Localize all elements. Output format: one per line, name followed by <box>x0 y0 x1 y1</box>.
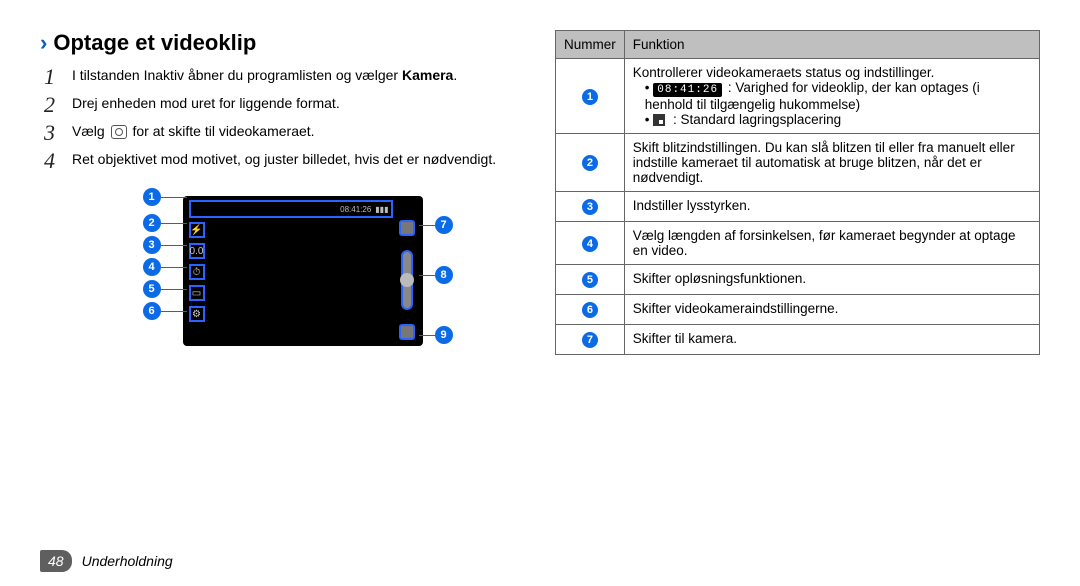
step-number: 4 <box>44 150 62 172</box>
page-footer: 48 Underholdning <box>40 550 173 572</box>
callout-9: 9 <box>435 326 453 344</box>
th-function: Funktion <box>624 31 1039 59</box>
gear-icon: ⚙ <box>189 306 205 322</box>
ev-icon: 0.0 <box>189 243 205 259</box>
camera-preview: 08:41:26 ▮▮▮ ⚡ 0.0 ⏱ ▭ ⚙ <box>183 196 423 346</box>
callout-8: 8 <box>435 266 453 284</box>
callout-4: 4 <box>143 258 161 276</box>
diagram-time: 08:41:26 <box>340 205 371 214</box>
callout-7: 7 <box>435 216 453 234</box>
callout-2: 2 <box>143 214 161 232</box>
record-slider <box>401 250 413 310</box>
chevron-right-icon: › <box>40 30 47 56</box>
step-number: 1 <box>44 66 62 88</box>
row-text: Kontrollerer videokameraets status og in… <box>624 59 1039 134</box>
step-number: 3 <box>44 122 62 144</box>
callout-5: 5 <box>143 280 161 298</box>
camera-diagram: 08:41:26 ▮▮▮ ⚡ 0.0 ⏱ ▭ ⚙ 1 2 <box>103 186 463 356</box>
step-number: 2 <box>44 94 62 116</box>
table-row: 5 Skifter opløsningsfunktionen. <box>556 265 1040 295</box>
section-heading: › Optage et videoklip <box>40 30 525 56</box>
callout-1: 1 <box>143 188 161 206</box>
row-text: Skifter opløsningsfunktionen. <box>624 265 1039 295</box>
step-text: Drej enheden mod uret for liggende forma… <box>72 94 340 116</box>
battery-icon: ▮▮▮ <box>375 205 388 214</box>
callout-3: 3 <box>143 236 161 254</box>
row-bullet: 5 <box>582 272 598 288</box>
row-bullet: 6 <box>582 302 598 318</box>
table-row: 6 Skifter videokameraindstillingerne. <box>556 295 1040 325</box>
row-bullet: 7 <box>582 332 598 348</box>
row-bullet: 3 <box>582 199 598 215</box>
row-text: Skift blitzindstillingen. Du kan slå bli… <box>624 134 1039 192</box>
gallery-thumb <box>399 324 415 340</box>
storage-icon <box>653 114 665 126</box>
row-bullet: 1 <box>582 89 598 105</box>
row-text: Indstiller lysstyrken. <box>624 192 1039 222</box>
mode-video-icon <box>399 220 415 236</box>
table-row: 2 Skift blitzindstillingen. Du kan slå b… <box>556 134 1040 192</box>
row-text: Skifter til kamera. <box>624 325 1039 355</box>
step-text: Vælg for at skifte til videokameraet. <box>72 122 315 144</box>
row-bullet: 4 <box>582 236 598 252</box>
flash-off-icon: ⚡ <box>189 222 205 238</box>
section-name: Underholdning <box>82 553 173 569</box>
table-row: 1 Kontrollerer videokameraets status og … <box>556 59 1040 134</box>
row-text: Vælg længden af forsinkelsen, før kamera… <box>624 222 1039 265</box>
camera-icon <box>111 125 127 139</box>
function-table: Nummer Funktion 1 Kontrollerer videokame… <box>555 30 1040 355</box>
callout-6: 6 <box>143 302 161 320</box>
resolution-icon: ▭ <box>189 285 205 301</box>
heading-text: Optage et videoklip <box>53 30 256 56</box>
table-row: 7 Skifter til kamera. <box>556 325 1040 355</box>
timer-off-icon: ⏱ <box>189 264 205 280</box>
row-text: Skifter videokameraindstillingerne. <box>624 295 1039 325</box>
step-text: I tilstanden Inaktiv åbner du programlis… <box>72 66 457 88</box>
time-badge: 08:41:26 <box>653 83 722 97</box>
table-row: 4 Vælg længden af forsinkelsen, før kame… <box>556 222 1040 265</box>
page-number: 48 <box>40 550 72 572</box>
step-list: 1 I tilstanden Inaktiv åbner du programl… <box>44 66 525 172</box>
table-row: 3 Indstiller lysstyrken. <box>556 192 1040 222</box>
step-text: Ret objektivet mod motivet, og juster bi… <box>72 150 496 172</box>
row-bullet: 2 <box>582 155 598 171</box>
th-number: Nummer <box>556 31 625 59</box>
